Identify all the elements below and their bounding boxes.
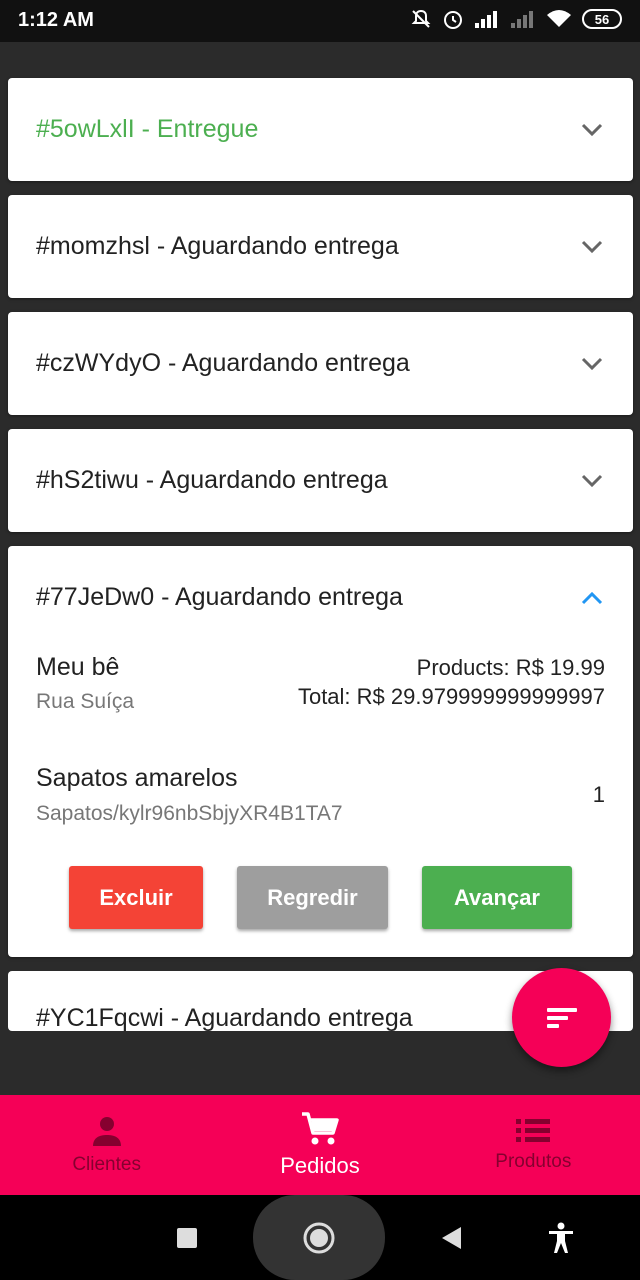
delete-button[interactable]: Excluir [69,866,203,929]
order-header[interactable]: #5owLxlI - Entregue [8,78,633,181]
chevron-down-icon[interactable] [579,468,605,494]
order-actions: Excluir Regredir Avançar [69,866,605,929]
nav-label: Clientes [72,1154,141,1175]
nav-item-pedidos[interactable]: Pedidos [213,1095,426,1195]
bottom-navigation: Clientes Pedidos Produtos [0,1095,640,1195]
accessibility-icon [549,1222,573,1253]
signal-weak-icon [511,11,533,28]
sort-icon [546,1007,577,1028]
order-title: #5owLxlI - Entregue [36,115,259,143]
wifi-icon [547,10,571,27]
order-card-expanded: #77JeDw0 - Aguardando entrega Meu bê Rua… [8,546,633,957]
list-icon [516,1119,551,1142]
order-title: #77JeDw0 - Aguardando entrega [36,583,403,611]
order-card: #momzhsl - Aguardando entrega [8,195,633,298]
order-header[interactable]: #hS2tiwu - Aguardando entrega [8,429,633,532]
nav-item-clientes[interactable]: Clientes [0,1095,213,1195]
order-card: #czWYdyO - Aguardando entrega [8,312,633,415]
order-card: #hS2tiwu - Aguardando entrega [8,429,633,532]
status-bar: 1:12 AM 56 [0,0,640,42]
home-circle-icon [303,1222,335,1253]
status-icons: 56 [410,8,622,30]
battery-indicator: 56 [582,9,622,29]
nav-item-produtos[interactable]: Produtos [427,1095,640,1195]
battery-level: 56 [594,11,610,27]
products-total: Products: R$ 19.99 [416,655,605,680]
cart-icon [301,1112,339,1145]
customer-row: Meu bê Rua Suíça Products: R$ 19.99 Tota… [36,649,605,714]
order-title: #momzhsl - Aguardando entrega [36,232,399,260]
nav-label: Produtos [495,1151,572,1172]
order-item: Sapatos amarelos Sapatos/kylr96nbSbjyXR4… [36,764,605,826]
chevron-down-icon[interactable] [579,351,605,377]
item-sku: Sapatos/kylr96nbSbjyXR4B1TA7 [36,802,343,825]
grand-total: Total: R$ 29.979999999999997 [297,684,605,709]
regress-button[interactable]: Regredir [237,866,388,929]
status-time: 1:12 AM [18,9,94,31]
item-info: Sapatos amarelos Sapatos/kylr96nbSbjyXR4… [36,764,343,826]
order-totals: Products: R$ 19.99 Total: R$ 29.97999999… [298,653,605,714]
item-quantity: 1 [592,782,605,807]
advance-button[interactable]: Avançar [422,866,572,929]
customer-address: Rua Suíça [36,690,135,713]
order-details: Meu bê Rua Suíça Products: R$ 19.99 Tota… [8,649,633,957]
chevron-down-icon[interactable] [579,117,605,143]
system-navigation-bar [0,1195,640,1280]
customer-info: Meu bê Rua Suíça [36,653,134,714]
alarm-icon [444,11,462,29]
customer-name: Meu bê [36,653,120,681]
order-header[interactable]: #77JeDw0 - Aguardando entrega [8,546,633,649]
app-screen: 1:12 AM 56 #5owLxlI - Entregue #momzhsl … [0,0,640,1280]
order-header[interactable]: #momzhsl - Aguardando entrega [8,195,633,298]
mute-icon [411,9,431,28]
home-button[interactable] [253,1195,385,1280]
person-icon [92,1117,121,1146]
nav-label: Pedidos [280,1153,360,1178]
order-header[interactable]: #czWYdyO - Aguardando entrega [8,312,633,415]
back-triangle-icon [442,1227,461,1249]
item-name: Sapatos amarelos [36,764,238,792]
order-card: #5owLxlI - Entregue [8,78,633,181]
filter-fab-button[interactable] [512,968,611,1067]
signal-icon [475,11,497,28]
chevron-down-icon[interactable] [579,234,605,260]
square-icon [177,1228,197,1248]
orders-list: #5owLxlI - Entregue #momzhsl - Aguardand… [8,78,633,1031]
back-button[interactable] [434,1221,468,1255]
chevron-up-icon[interactable] [579,585,605,611]
order-title: #czWYdyO - Aguardando entrega [36,349,410,377]
order-title: #hS2tiwu - Aguardando entrega [36,466,388,494]
accessibility-button[interactable] [544,1219,578,1257]
recents-button[interactable] [170,1221,204,1255]
